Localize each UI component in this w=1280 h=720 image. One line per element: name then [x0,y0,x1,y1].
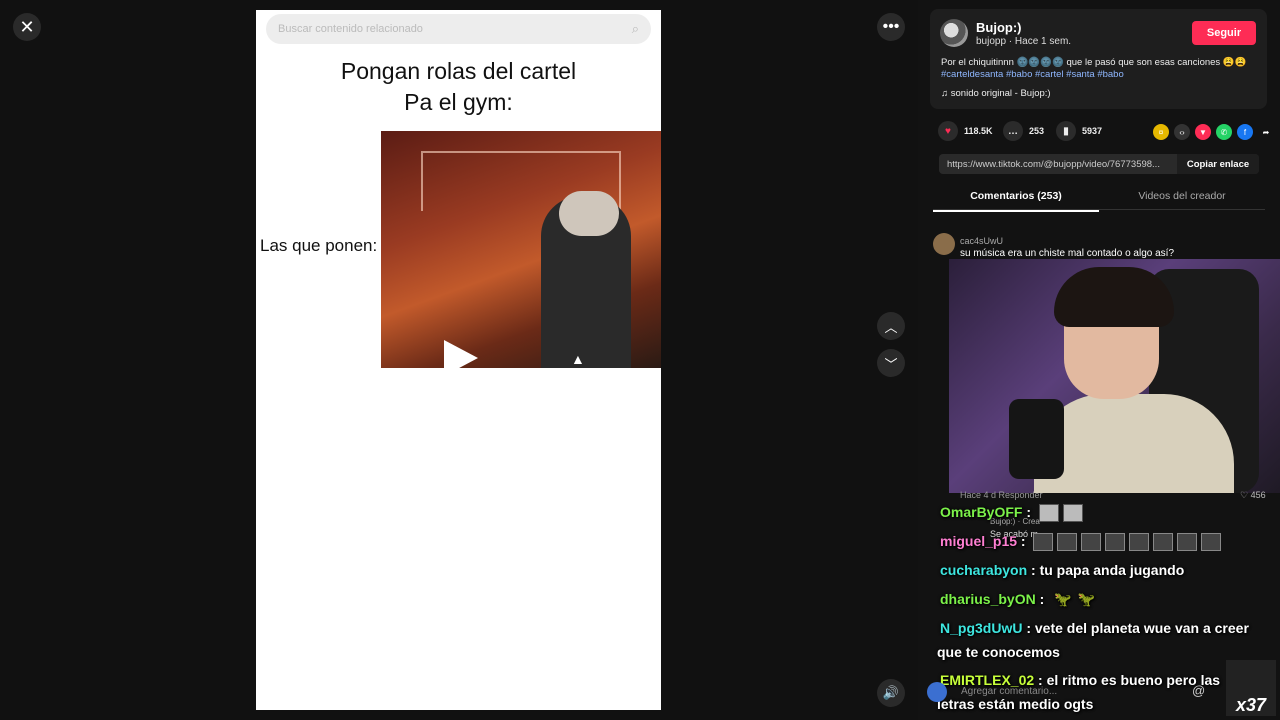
comment-username[interactable]: cac4sUwU [960,236,1003,246]
emote-image [1177,533,1198,552]
follow-button[interactable]: Seguir [1192,21,1256,45]
meme-title-line1: Pongan rolas del cartel [340,58,577,84]
x37-badge: x37 [1226,660,1276,716]
embed-icon[interactable]: ‹› [1174,124,1190,140]
chat-text: : [1020,533,1026,549]
chat-line: que te conocemos [937,644,1060,660]
chat-line: miguel_p15 : [940,533,1222,552]
emote-image [1201,533,1222,552]
copy-link-row: https://www.tiktok.com/@bujopp/video/767… [939,154,1259,174]
coin-icon[interactable]: ¤ [1153,124,1169,140]
copy-link-button[interactable]: Copiar enlace [1177,154,1259,174]
video-url[interactable]: https://www.tiktok.com/@bujopp/video/767… [947,159,1177,170]
chat-line: cucharabyon : tu papa anda jugando [940,562,1184,578]
clip-hair [559,191,619,236]
close-icon[interactable]: ✕ [13,13,41,41]
commenter-avatar[interactable] [933,233,955,255]
search-icon[interactable]: ⌕ [632,21,639,37]
comment-meta: Hace 4 d Responder [960,490,1043,500]
comment-like-value: 456 [1250,490,1266,500]
chat-line: OmarByOFF : [940,504,1083,523]
emote-image [1062,504,1083,523]
dino-emote-icon: 🦖 [1054,591,1072,607]
tab-creator-videos[interactable]: Videos del creador [1099,190,1265,202]
like-stat[interactable]: ♥ 118.5K [938,121,993,141]
chat-username: N_pg3dUwU [940,620,1023,636]
comment-input-area: Agregar comentario... @ [927,680,1227,704]
chat-line: N_pg3dUwU : vete del planeta wue van a c… [940,620,1249,636]
chat-username: OmarByOFF [940,504,1023,520]
user-avatar [927,682,947,702]
comment-count: 253 [1029,126,1045,136]
panel-tabs: Comentarios (253) Videos del creador [933,184,1265,212]
comment-stat[interactable]: … 253 [1003,121,1044,141]
tab-comments[interactable]: Comentarios (253) [933,190,1099,212]
chat-text: : vete del planeta wue van a creer [1026,620,1249,636]
emote-image [1081,533,1102,552]
emote-image [1033,533,1054,552]
comment-text: su música era un chiste mal contado o al… [960,248,1175,259]
meme-title-line2: Pa el gym: [404,89,513,115]
volume-icon[interactable]: 🔊 [877,679,905,707]
mention-icon[interactable]: @ [1192,683,1205,698]
side-panel: Bujop:) bujopp · Hace 1 sem. Seguir Por … [918,0,1280,720]
streamer-shirt [1034,394,1234,493]
emote-image [1105,533,1126,552]
emote-image [1129,533,1150,552]
related-search-input[interactable]: Buscar contenido relacionado ⌕ [266,14,651,44]
chat-text: : [1026,504,1032,520]
video-stage: ✕ Buscar contenido relacionado ⌕ Pongan … [0,0,918,720]
save-count: 5937 [1082,126,1103,136]
sound-link[interactable]: ♫ sonido original - Bujop:) [941,88,1051,99]
meme-clip-image [381,131,661,368]
emote-image [1057,533,1078,552]
author-name[interactable]: Bujop:) [976,20,1021,35]
chat-username: miguel_p15 [940,533,1018,549]
like-count: 118.5K [964,126,993,136]
hashtags[interactable]: #carteldesanta #babo #cartel #santa #bab… [941,69,1124,80]
facebook-icon[interactable]: f [1237,124,1253,140]
description-text: Por el chiquitinnn 🌚🌚🌚🌚 que le pasó que … [941,57,1247,68]
streamer-hair [1054,267,1174,327]
stats-row: ♥ 118.5K … 253 ▮ 5937 ¤ ‹› ▼ ✆ f ➦ [938,121,1269,143]
video-player[interactable]: Buscar contenido relacionado ⌕ Pongan ro… [256,10,661,710]
author-avatar[interactable] [940,19,968,47]
more-options-icon[interactable]: ••• [877,13,905,41]
meme-left-caption: Las que ponen: [260,236,378,255]
emote-image [1038,504,1059,523]
play-icon[interactable] [444,340,478,376]
comment-input[interactable]: Agregar comentario... [961,686,1057,697]
whatsapp-icon[interactable]: ✆ [1216,124,1232,140]
chat-text: que te conocemos [937,644,1060,660]
video-description: Por el chiquitinnn 🌚🌚🌚🌚 que le pasó que … [941,57,1261,81]
next-video-icon[interactable]: ﹀ [877,349,905,377]
chat-line: dharius_byON : 🦖 🦖 [940,591,1095,608]
mouse-cursor-icon: ▲ [571,351,585,367]
share-arrow-icon[interactable]: ➦ [1258,124,1274,140]
chat-username: cucharabyon [940,562,1028,578]
comment-icon[interactable]: … [1003,121,1023,141]
heart-icon[interactable]: ♥ [938,121,958,141]
microphone [1009,399,1064,479]
previous-video-icon[interactable]: ︿ [877,312,905,340]
bookmark-icon[interactable]: ▮ [1056,121,1076,141]
chat-text: : [1039,591,1045,607]
chat-text: : tu papa anda jugando [1031,562,1185,578]
author-meta: bujopp · Hace 1 sem. [976,36,1072,47]
video-info-card: Bujop:) bujopp · Hace 1 sem. Seguir Por … [930,9,1267,109]
meme-title: Pongan rolas del cartel Pa el gym: [256,56,661,118]
share-icons: ¤ ‹› ▼ ✆ f ➦ [1153,124,1274,140]
send-icon[interactable]: ▼ [1195,124,1211,140]
emote-image [1153,533,1174,552]
dino-emote-icon: 🦖 [1077,591,1096,607]
chat-username: dharius_byON [940,591,1036,607]
save-stat[interactable]: ▮ 5937 [1056,121,1102,141]
streamer-webcam-overlay [949,259,1280,493]
comment-like-count[interactable]: ♡ 456 [1240,490,1266,501]
search-placeholder: Buscar contenido relacionado [278,23,423,35]
